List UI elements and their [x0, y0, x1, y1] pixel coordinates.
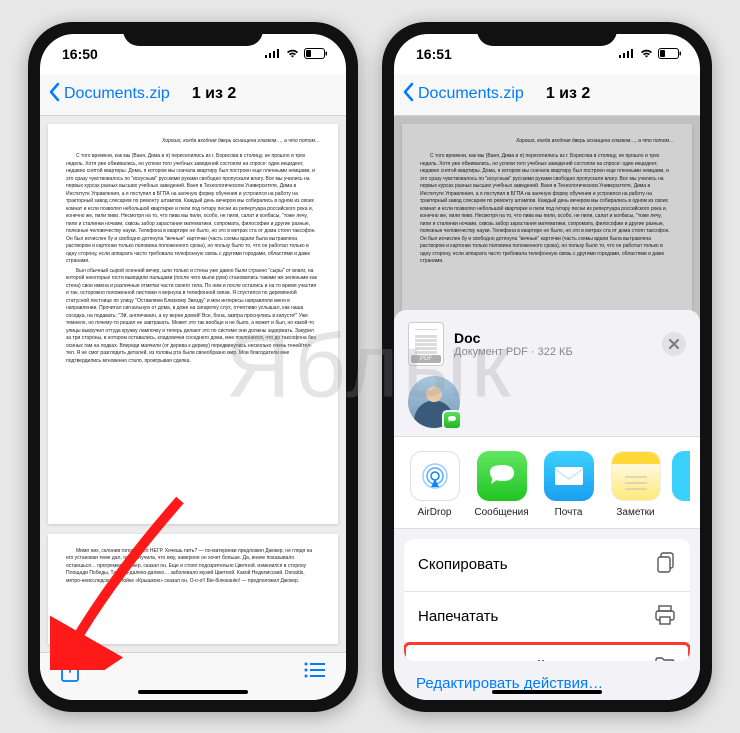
share-sheet: PDF Doc Документ PDF · 322 КБ	[394, 310, 700, 700]
share-sheet-header: PDF Doc Документ PDF · 322 КБ	[394, 310, 700, 376]
share-app-messages[interactable]: Сообщения	[471, 451, 532, 518]
share-app-label: Заметки	[605, 507, 666, 518]
cellular-signal-icon	[265, 48, 281, 59]
share-app-label: AirDrop	[404, 507, 465, 518]
back-label[interactable]: Documents.zip	[418, 85, 524, 103]
pdf-badge: PDF	[411, 355, 441, 363]
doc-paragraph: Мимо них, склонив голову, шел НЕГР. Хоче…	[66, 548, 320, 586]
battery-icon	[304, 48, 328, 60]
status-time: 16:50	[62, 46, 98, 62]
share-actions-list: Скопировать Напечатать Сохранить в «Файл…	[404, 539, 690, 661]
suggested-contacts-row	[394, 376, 700, 436]
document-page-2: Мимо них, склонив голову, шел НЕГР. Хоче…	[48, 534, 338, 644]
doc-paragraph: С того времени, как мы (Ваня, Дима и я) …	[66, 153, 320, 266]
share-app-mail[interactable]: Почта	[538, 451, 599, 518]
share-app-airdrop[interactable]: AirDrop	[404, 451, 465, 518]
status-time: 16:51	[416, 46, 452, 62]
print-icon	[654, 605, 676, 629]
document-page-1: Хорошо, когда входная дверь оснащена гла…	[48, 124, 338, 524]
action-copy[interactable]: Скопировать	[404, 539, 690, 592]
back-label[interactable]: Documents.zip	[64, 85, 170, 103]
action-label: Скопировать	[418, 556, 508, 573]
cellular-signal-icon	[619, 48, 635, 59]
action-label: Напечатать	[418, 608, 498, 625]
nav-bar: Documents.zip 1 из 2	[40, 74, 346, 116]
phone-right: 16:51 Documents.zip 1 из 2 Хорошо, когда…	[382, 22, 712, 712]
nav-bar: Documents.zip 1 из 2	[394, 74, 700, 116]
wifi-icon	[639, 48, 654, 59]
share-app-notes[interactable]: Заметки	[605, 451, 666, 518]
wifi-icon	[285, 48, 300, 59]
nav-title: 1 из 2	[192, 85, 236, 103]
share-app-label: Сообщения	[471, 507, 532, 518]
home-indicator[interactable]	[138, 690, 248, 694]
copy-icon	[656, 552, 676, 578]
messages-badge-icon	[442, 410, 462, 430]
battery-icon	[658, 48, 682, 60]
home-indicator[interactable]	[492, 690, 602, 694]
close-icon[interactable]	[662, 332, 686, 356]
doc-paragraph: Был обычный сырой осенний вечер, шли тол…	[66, 268, 320, 366]
share-doc-name: Doc	[454, 330, 573, 346]
document-viewport[interactable]: Хорошо, когда входная дверь оснащена гла…	[40, 116, 346, 652]
notch	[477, 22, 617, 46]
action-print[interactable]: Напечатать	[404, 592, 690, 643]
doc-epigraph: Хорошо, когда входная дверь оснащена гла…	[66, 138, 320, 146]
share-doc-meta: Документ PDF · 322 КБ	[454, 346, 573, 358]
action-save-to-files[interactable]: Сохранить в «Файлы»	[404, 643, 690, 661]
phone-left: 16:50 Documents.zip 1 из 2 Хорошо, когда…	[28, 22, 358, 712]
notes-icon	[611, 451, 661, 501]
back-chevron-icon[interactable]	[402, 82, 414, 107]
notch	[123, 22, 263, 46]
mail-icon	[544, 451, 594, 501]
messages-icon	[477, 451, 527, 501]
more-apps-icon	[672, 451, 690, 501]
list-icon[interactable]	[304, 661, 326, 684]
suggested-contact[interactable]	[408, 376, 460, 428]
back-chevron-icon[interactable]	[48, 82, 60, 107]
document-thumbnail: PDF	[408, 322, 444, 366]
share-app-label: Почта	[538, 507, 599, 518]
share-icon[interactable]	[60, 657, 80, 688]
edit-actions-link[interactable]: Редактировать действия…	[394, 661, 700, 700]
airdrop-icon	[410, 451, 460, 501]
nav-title: 1 из 2	[546, 85, 590, 103]
share-apps-row: AirDrop Сообщения Почта	[394, 436, 700, 529]
share-app-more[interactable]	[672, 451, 690, 518]
